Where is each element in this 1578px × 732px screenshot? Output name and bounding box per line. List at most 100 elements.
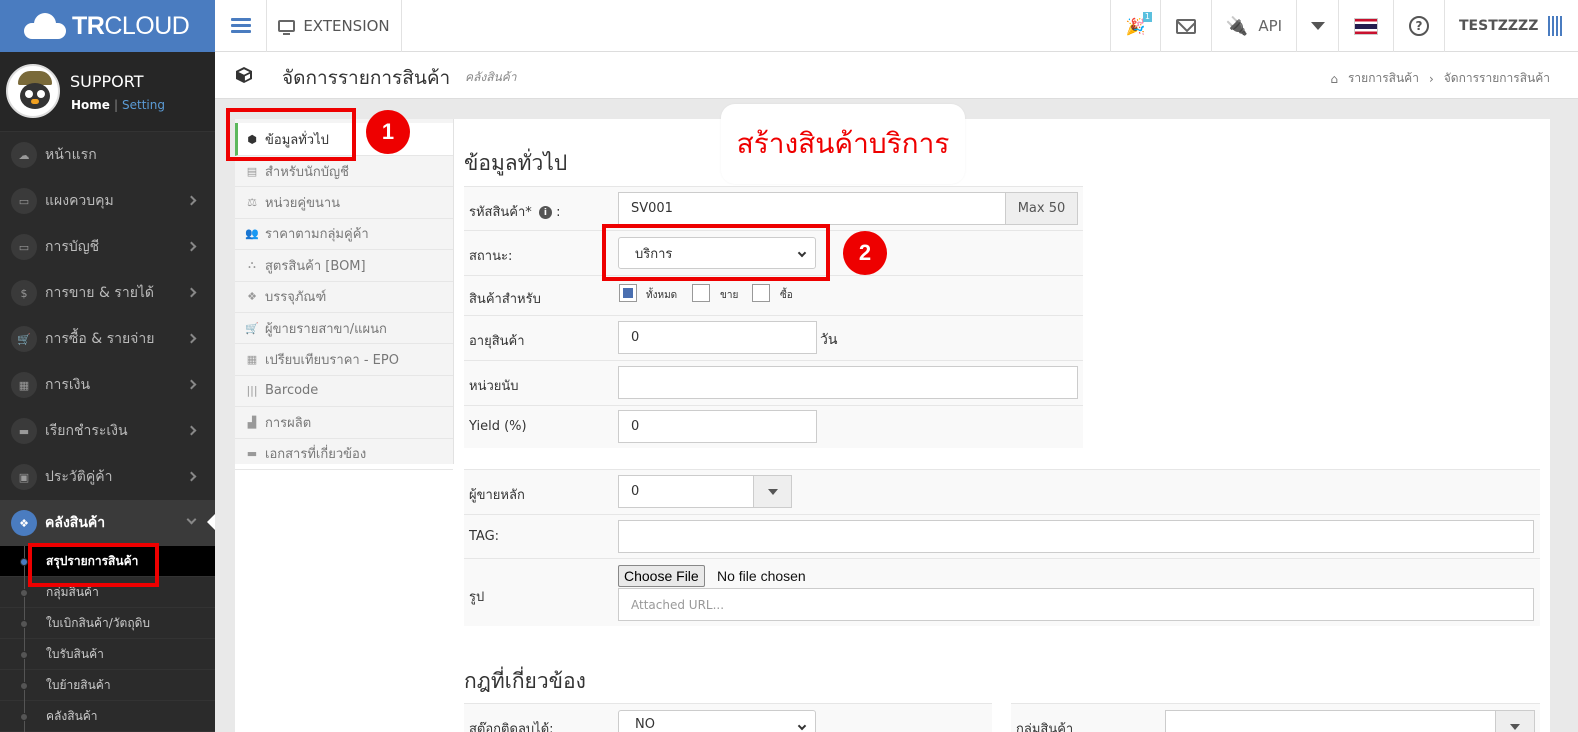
caret-down-icon bbox=[767, 488, 778, 495]
page-title: จัดการรายการสินค้า bbox=[282, 67, 451, 89]
negative-stock-select[interactable]: NO bbox=[618, 710, 816, 732]
tab-barcode[interactable]: ||| Barcode bbox=[235, 376, 453, 408]
chevron-right-icon bbox=[186, 379, 197, 390]
submenu-item-requisition[interactable]: ใบเบิกสินค้า/วัตถุดิบ bbox=[0, 608, 215, 639]
sidebar-item-finance[interactable]: ▦ การเงิน bbox=[0, 362, 215, 408]
api-button[interactable]: 🔌 API bbox=[1211, 0, 1296, 52]
product-tabs: ⬢ ข้อมูลทั่วไป ▤ สำหรับนักบัญชี ⚖ หน่วยคู่ข… bbox=[235, 119, 454, 470]
sidebar: SUPPORT Home | Setting ☁ หน้าแรก ▭ แผงควบคุม… bbox=[0, 52, 215, 732]
brand-name: TRCLOUD bbox=[72, 11, 190, 40]
submenu-item-transfer[interactable]: ใบย้ายสินค้า bbox=[0, 670, 215, 701]
cubes-icon: ❖ bbox=[11, 510, 37, 536]
sidebar-item-sales[interactable]: $ การขาย & รายได้ bbox=[0, 270, 215, 316]
code-label: รหัสสินค้า* i : bbox=[469, 205, 561, 220]
setting-link[interactable]: Setting bbox=[122, 98, 165, 112]
tag-input[interactable] bbox=[618, 520, 1534, 553]
username: TESTZZZZ bbox=[1459, 18, 1539, 34]
product-for-label: สินค้าสำหรับ bbox=[469, 292, 541, 307]
submenu-item-receipt[interactable]: ใบรับสินค้า bbox=[0, 639, 215, 670]
home-icon[interactable]: ⌂ bbox=[1330, 72, 1338, 86]
sidebar-item-billing[interactable]: ▬ เรียกชำระเงิน bbox=[0, 408, 215, 454]
chevron-right-icon bbox=[186, 241, 197, 252]
chevron-right-icon bbox=[186, 425, 197, 436]
breadcrumb-separator: › bbox=[1428, 71, 1434, 86]
tab-partner-prices[interactable]: 👥 ราคาตามกลุ่มคู่ค้า bbox=[235, 219, 453, 251]
mail-button[interactable] bbox=[1160, 0, 1211, 52]
status-label: สถานะ: bbox=[469, 249, 513, 264]
breadcrumb-current: จัดการรายการสินค้า bbox=[1443, 71, 1550, 85]
help-button[interactable]: ? bbox=[1393, 0, 1444, 52]
vendor-input[interactable]: 0 bbox=[618, 475, 754, 508]
form-row-product-for: สินค้าสำหรับ ทั้งหมด ขาย ซื้อ bbox=[464, 275, 1083, 315]
yield-input[interactable]: 0 bbox=[618, 410, 817, 443]
dollar-icon: $ bbox=[11, 280, 37, 306]
notifications-button[interactable]: 🎉 1 bbox=[1110, 0, 1160, 52]
chevron-right-icon bbox=[186, 333, 197, 344]
age-input[interactable]: 0 bbox=[618, 321, 817, 354]
book-icon: ▭ bbox=[11, 234, 37, 260]
tab-documents[interactable]: ▬ เอกสารที่เกี่ยวข้อง bbox=[235, 439, 453, 470]
tab-packaging[interactable]: ❖ บรรจุภัณฑ์ bbox=[235, 282, 453, 313]
vendor-label: ผู้ขายหลัก bbox=[469, 488, 525, 503]
unit-input[interactable] bbox=[618, 366, 1078, 399]
vendor-dropdown-button[interactable] bbox=[753, 475, 792, 508]
envelope-icon bbox=[1176, 18, 1196, 34]
sidebar-item-inventory[interactable]: ❖ คลังสินค้า bbox=[0, 500, 215, 546]
product-group-input[interactable] bbox=[1165, 710, 1535, 732]
language-button[interactable] bbox=[1338, 0, 1393, 52]
chevron-right-icon bbox=[186, 287, 197, 298]
tab-price-compare[interactable]: ▦ เปรียบเทียบราคา - EPO bbox=[235, 344, 453, 376]
building-icon bbox=[1548, 16, 1563, 36]
chevron-right-icon bbox=[186, 195, 197, 206]
form-row-product-group: กลุ่มสินค้า bbox=[1011, 703, 1540, 732]
choose-file-button[interactable]: Choose File bbox=[618, 565, 705, 587]
profile-panel: SUPPORT Home | Setting bbox=[0, 52, 215, 132]
product-code-input[interactable]: SV001 bbox=[618, 192, 1006, 225]
sidebar-item-dashboard[interactable]: ▭ แผงควบคุม bbox=[0, 178, 215, 224]
plug-icon: 🔌 bbox=[1225, 15, 1249, 37]
barcode-icon: ||| bbox=[246, 384, 258, 398]
tab-production[interactable]: ▟ การผลิต bbox=[235, 407, 453, 439]
product-group-label: กลุ่มสินค้า bbox=[1016, 722, 1074, 732]
cart-icon: 🛒 bbox=[245, 321, 259, 335]
top-bar: TRCLOUD EXTENSION 🎉 1 🔌 API ? TESTZZZZ bbox=[0, 0, 1578, 52]
profile-name: SUPPORT bbox=[70, 72, 144, 91]
dropdown-toggle[interactable] bbox=[1296, 0, 1338, 52]
breadcrumb-product-list[interactable]: รายการสินค้า bbox=[1348, 69, 1419, 88]
hamburger-icon bbox=[230, 18, 251, 34]
info-icon[interactable]: i bbox=[538, 206, 552, 219]
unit-label: หน่วยนับ bbox=[469, 379, 519, 394]
tab-branch-vendors[interactable]: 🛒 ผู้ขายรายสาขา/แผนก bbox=[235, 313, 453, 345]
sidebar-item-accounting[interactable]: ▭ การบัญชี bbox=[0, 224, 215, 270]
product-group-dropdown-button[interactable] bbox=[1495, 710, 1535, 732]
sidebar-item-home[interactable]: ☁ หน้าแรก bbox=[0, 132, 215, 178]
form-row-yield: Yield (%) 0 bbox=[464, 405, 1083, 448]
tab-bom[interactable]: ⛬ สูตรสินค้า [BOM] bbox=[235, 250, 453, 282]
checkbox-buy-label: ซื้อ bbox=[780, 290, 793, 301]
submenu-item-warehouse[interactable]: คลังสินค้า bbox=[0, 701, 215, 732]
user-menu[interactable]: TESTZZZZ bbox=[1444, 0, 1578, 52]
no-file-text: No file chosen bbox=[717, 568, 806, 584]
extension-button[interactable]: EXTENSION bbox=[266, 0, 402, 52]
menu-toggle-button[interactable] bbox=[215, 0, 266, 52]
book-icon: ▤ bbox=[246, 164, 258, 178]
annotation-box-product-summary bbox=[28, 543, 159, 587]
form-row-unit: หน่วยนับ bbox=[464, 360, 1083, 405]
tab-parallel-units[interactable]: ⚖ หน่วยคู่ขนาน bbox=[235, 187, 453, 219]
checkbox-all[interactable] bbox=[619, 284, 637, 302]
dropbox-icon: ❖ bbox=[247, 290, 257, 304]
checkbox-sell[interactable] bbox=[692, 284, 710, 302]
form-row-vendor: ผู้ขายหลัก 0 bbox=[464, 469, 1540, 514]
sidebar-item-purchases[interactable]: 🛒 การซื้อ & รายจ่าย bbox=[0, 316, 215, 362]
attached-url-input[interactable]: Attached URL... bbox=[618, 588, 1534, 621]
chevron-right-icon bbox=[186, 471, 197, 482]
home-link[interactable]: Home bbox=[71, 98, 110, 112]
monitor-icon: ▭ bbox=[11, 188, 37, 214]
breadcrumb: ⌂ รายการสินค้า › จัดการรายการสินค้า bbox=[1330, 69, 1550, 88]
sidebar-item-partners[interactable]: ▣ ประวัติคู่ค้า bbox=[0, 454, 215, 500]
page-subtitle: คลังสินค้า bbox=[465, 70, 517, 84]
checkbox-buy[interactable] bbox=[752, 284, 770, 302]
brand-logo[interactable]: TRCLOUD bbox=[0, 0, 215, 52]
avatar[interactable] bbox=[6, 64, 60, 118]
form-row-tag: TAG: bbox=[464, 514, 1540, 558]
